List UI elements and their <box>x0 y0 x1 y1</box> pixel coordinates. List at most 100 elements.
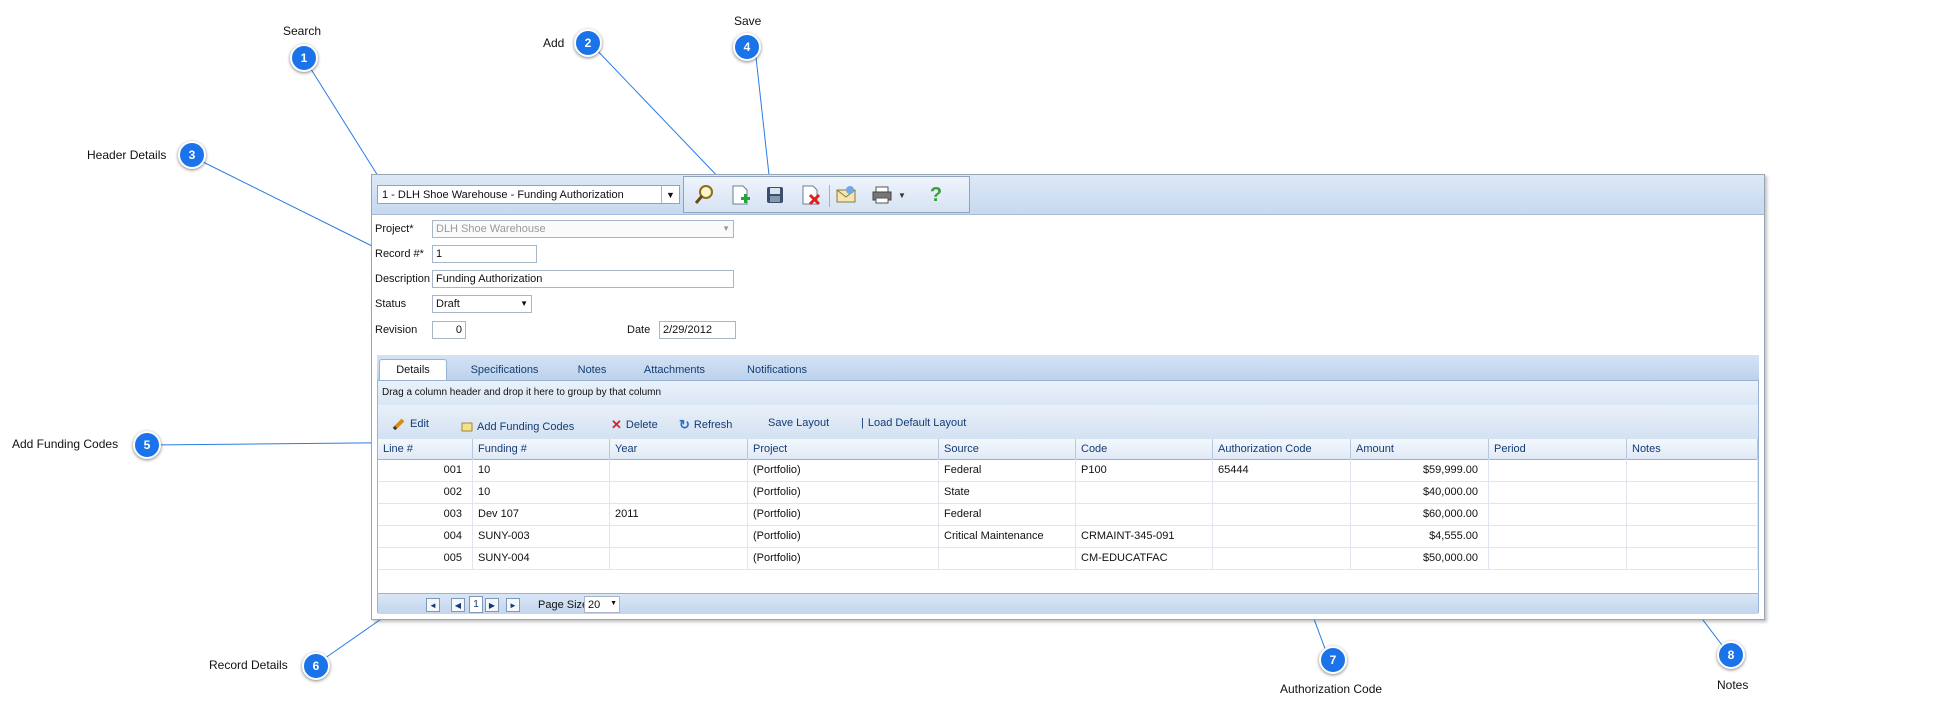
tab-details[interactable]: Details <box>379 359 447 380</box>
column-header[interactable]: Authorization Code <box>1213 439 1351 459</box>
table-cell <box>1213 503 1351 525</box>
tab-notifications[interactable]: Notifications <box>732 359 822 380</box>
tab-notes[interactable]: Notes <box>567 359 617 380</box>
printer-icon <box>872 186 892 204</box>
tab-attachments[interactable]: Attachments <box>632 359 717 380</box>
column-header[interactable]: Period <box>1489 439 1627 459</box>
add-button[interactable] <box>728 183 752 207</box>
date-value: 2/29/2012 <box>663 324 712 336</box>
table-cell: 2011 <box>610 503 748 525</box>
last-page-button[interactable]: ► <box>506 598 520 612</box>
delete-button[interactable]: ✕ Delete <box>611 417 658 433</box>
table-cell: SUNY-004 <box>473 547 610 569</box>
search-button[interactable] <box>692 183 716 207</box>
table-cell <box>1489 459 1627 481</box>
table-cell: 10 <box>473 459 610 481</box>
chevron-down-icon: ▼ <box>520 299 528 308</box>
table-row[interactable]: 005 SUNY-004 (Portfolio) CM-EDUCATFAC $50,00… <box>378 547 1758 570</box>
help-button[interactable]: ? <box>924 183 948 207</box>
status-label: Status <box>375 298 407 310</box>
group-by-hint: Drag a column header and drop it here to… <box>382 387 662 398</box>
save-layout-button[interactable]: Save Layout <box>768 417 829 429</box>
add-funding-codes-button[interactable]: Add Funding Codes <box>461 421 574 433</box>
table-cell: State <box>939 481 1076 503</box>
project-select[interactable]: DLH Shoe Warehouse ▼ <box>432 220 734 238</box>
status-select[interactable]: Draft ▼ <box>432 295 532 313</box>
date-field[interactable]: 2/29/2012 <box>659 321 736 339</box>
chevron-down-icon: ▼ <box>898 190 906 200</box>
table-cell <box>1489 547 1627 569</box>
callout-label-add-funding-codes: Add Funding Codes <box>12 437 119 451</box>
callout-badge-3: 3 <box>178 141 206 169</box>
email-icon <box>836 186 856 203</box>
table-cell <box>1213 547 1351 569</box>
column-header[interactable]: Code <box>1076 439 1213 459</box>
column-header[interactable]: Funding # <box>473 439 610 459</box>
revision-label: Revision <box>375 324 418 336</box>
callout-label-search: Search <box>283 24 322 38</box>
first-page-button[interactable]: ◄ <box>426 598 440 612</box>
callout-badge-7: 7 <box>1319 646 1347 674</box>
save-button[interactable] <box>763 183 787 207</box>
delete-record-button[interactable] <box>798 183 822 207</box>
record-search-value: 1 - DLH Shoe Warehouse - Funding Authori… <box>382 189 624 201</box>
table-cell: 10 <box>473 481 610 503</box>
save-layout-label: Save Layout <box>768 417 830 429</box>
column-header[interactable]: Source <box>939 439 1076 459</box>
column-header[interactable]: Notes <box>1627 439 1758 459</box>
load-default-layout-button[interactable]: | Load Default Layout <box>861 417 966 429</box>
table-cell: Federal <box>939 503 1076 525</box>
column-header[interactable]: Project <box>748 439 939 459</box>
table-cell: 004 <box>378 525 473 547</box>
callout-label-authorization-code: Authorization Code <box>1280 682 1383 696</box>
current-page[interactable]: 1 <box>469 596 483 613</box>
magnifier-icon <box>694 185 713 204</box>
callout-badge-2: 2 <box>574 29 602 57</box>
delete-label: Delete <box>625 419 658 431</box>
record-number-label: Record #* <box>375 248 424 260</box>
print-options-dropdown[interactable]: ▼ <box>896 183 908 207</box>
page-size-select[interactable]: 20 ▼ <box>584 596 620 613</box>
table-row[interactable]: 002 10 (Portfolio) State $40,000.00 <box>378 481 1758 504</box>
table-cell <box>610 547 748 569</box>
chevron-down-icon[interactable]: ▼ <box>661 186 679 203</box>
table-row[interactable]: 001 10 (Portfolio) Federal P100 65444 $59,999.… <box>378 459 1758 482</box>
table-row[interactable]: 003 Dev 107 2011 (Portfolio) Federal $60,000.… <box>378 503 1758 526</box>
grid-command-bar: Edit Add Funding Codes ✕ Delete ↻ Refres… <box>378 405 1758 440</box>
funding-authorization-panel: 1 - DLH Shoe Warehouse - Funding Authori… <box>371 174 1765 620</box>
page-size-value: 20 <box>588 599 601 611</box>
table-cell <box>610 459 748 481</box>
table-cell <box>1489 525 1627 547</box>
refresh-icon: ↻ <box>679 417 690 432</box>
email-button[interactable] <box>834 183 858 207</box>
tab-specifications[interactable]: Specifications <box>457 359 552 380</box>
table-cell: 005 <box>378 547 473 569</box>
column-header[interactable]: Line # <box>378 439 473 459</box>
table-cell: (Portfolio) <box>748 503 939 525</box>
callout-badge-8: 8 <box>1717 641 1745 669</box>
project-label: Project* <box>375 223 414 235</box>
record-number-field[interactable]: 1 <box>432 245 537 263</box>
column-header[interactable]: Year <box>610 439 748 459</box>
edit-button[interactable]: Edit <box>392 417 429 431</box>
table-cell <box>610 525 748 547</box>
callout-badge-5: 5 <box>133 431 161 459</box>
previous-page-button[interactable]: ◀ <box>451 598 465 612</box>
delete-document-icon <box>802 185 821 206</box>
description-field[interactable]: Funding Authorization <box>432 270 734 288</box>
add-document-icon <box>732 185 750 205</box>
print-button[interactable] <box>870 183 894 207</box>
revision-field[interactable]: 0 <box>432 321 466 339</box>
table-row[interactable]: 004 SUNY-003 (Portfolio) Critical Maintenan… <box>378 525 1758 548</box>
record-search-combo[interactable]: 1 - DLH Shoe Warehouse - Funding Authori… <box>377 185 680 204</box>
next-page-button[interactable]: ▶ <box>485 598 499 612</box>
table-cell <box>1213 525 1351 547</box>
refresh-button[interactable]: ↻ Refresh <box>679 417 732 433</box>
table-cell <box>939 547 1076 569</box>
column-header[interactable]: Amount <box>1351 439 1489 459</box>
group-by-area[interactable]: Drag a column header and drop it here to… <box>378 381 1758 406</box>
description-label: Description <box>375 273 431 285</box>
top-bar: 1 - DLH Shoe Warehouse - Funding Authori… <box>372 175 1764 215</box>
callout-label-record-details: Record Details <box>209 658 288 672</box>
table-cell: $59,999.00 <box>1351 459 1489 481</box>
